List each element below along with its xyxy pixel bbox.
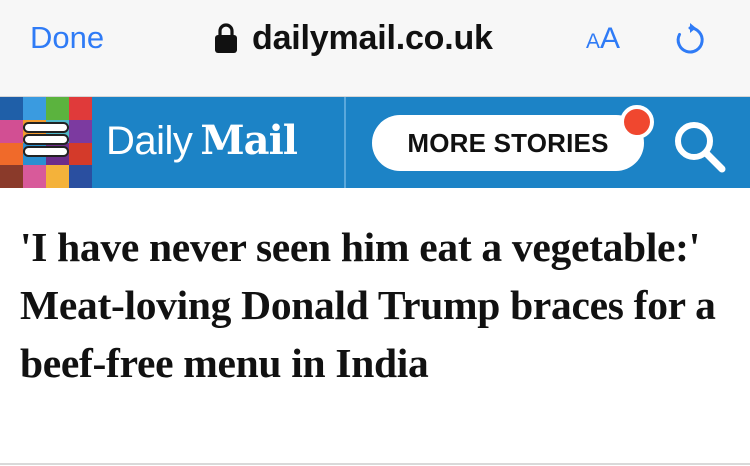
done-button[interactable]: Done <box>30 20 104 56</box>
address-bar[interactable]: dailymail.co.uk <box>214 18 493 58</box>
url-text: dailymail.co.uk <box>252 18 493 57</box>
mosaic-tile <box>46 165 69 188</box>
logo-daily-text: Daily <box>106 119 193 163</box>
menu-icon[interactable] <box>25 124 67 162</box>
notification-dot <box>620 105 654 139</box>
reload-button[interactable] <box>672 22 708 58</box>
lock-icon <box>215 23 237 53</box>
reload-icon <box>676 23 704 54</box>
mosaic-tile <box>0 119 23 143</box>
more-stories-button[interactable]: MORE STORIES <box>372 115 644 171</box>
header-divider <box>344 97 346 188</box>
divider <box>0 463 750 465</box>
search-icon <box>675 122 726 173</box>
mosaic-tile <box>69 142 92 166</box>
browser-toolbar: Done dailymail.co.uk AA <box>0 0 750 97</box>
article-headline[interactable]: 'I have never seen him eat a vegetable:'… <box>20 218 730 392</box>
logo-mail-text: Mail <box>200 117 298 164</box>
mosaic-tile <box>69 119 92 143</box>
search-button[interactable] <box>670 117 728 175</box>
mosaic-tile <box>0 97 23 120</box>
mosaic-tile <box>69 97 92 120</box>
mosaic-tile <box>23 97 46 120</box>
text-size-small-label: A <box>586 30 601 53</box>
daily-mail-logo[interactable]: Daily Mail <box>106 117 298 169</box>
text-size-button[interactable]: AA <box>586 22 620 54</box>
mosaic-tile <box>0 165 23 188</box>
mosaic-tile <box>0 142 23 166</box>
mosaic-tile <box>23 165 46 188</box>
text-size-big-label: A <box>600 22 621 55</box>
mosaic-tile <box>69 165 92 188</box>
mosaic-tile <box>46 97 69 120</box>
